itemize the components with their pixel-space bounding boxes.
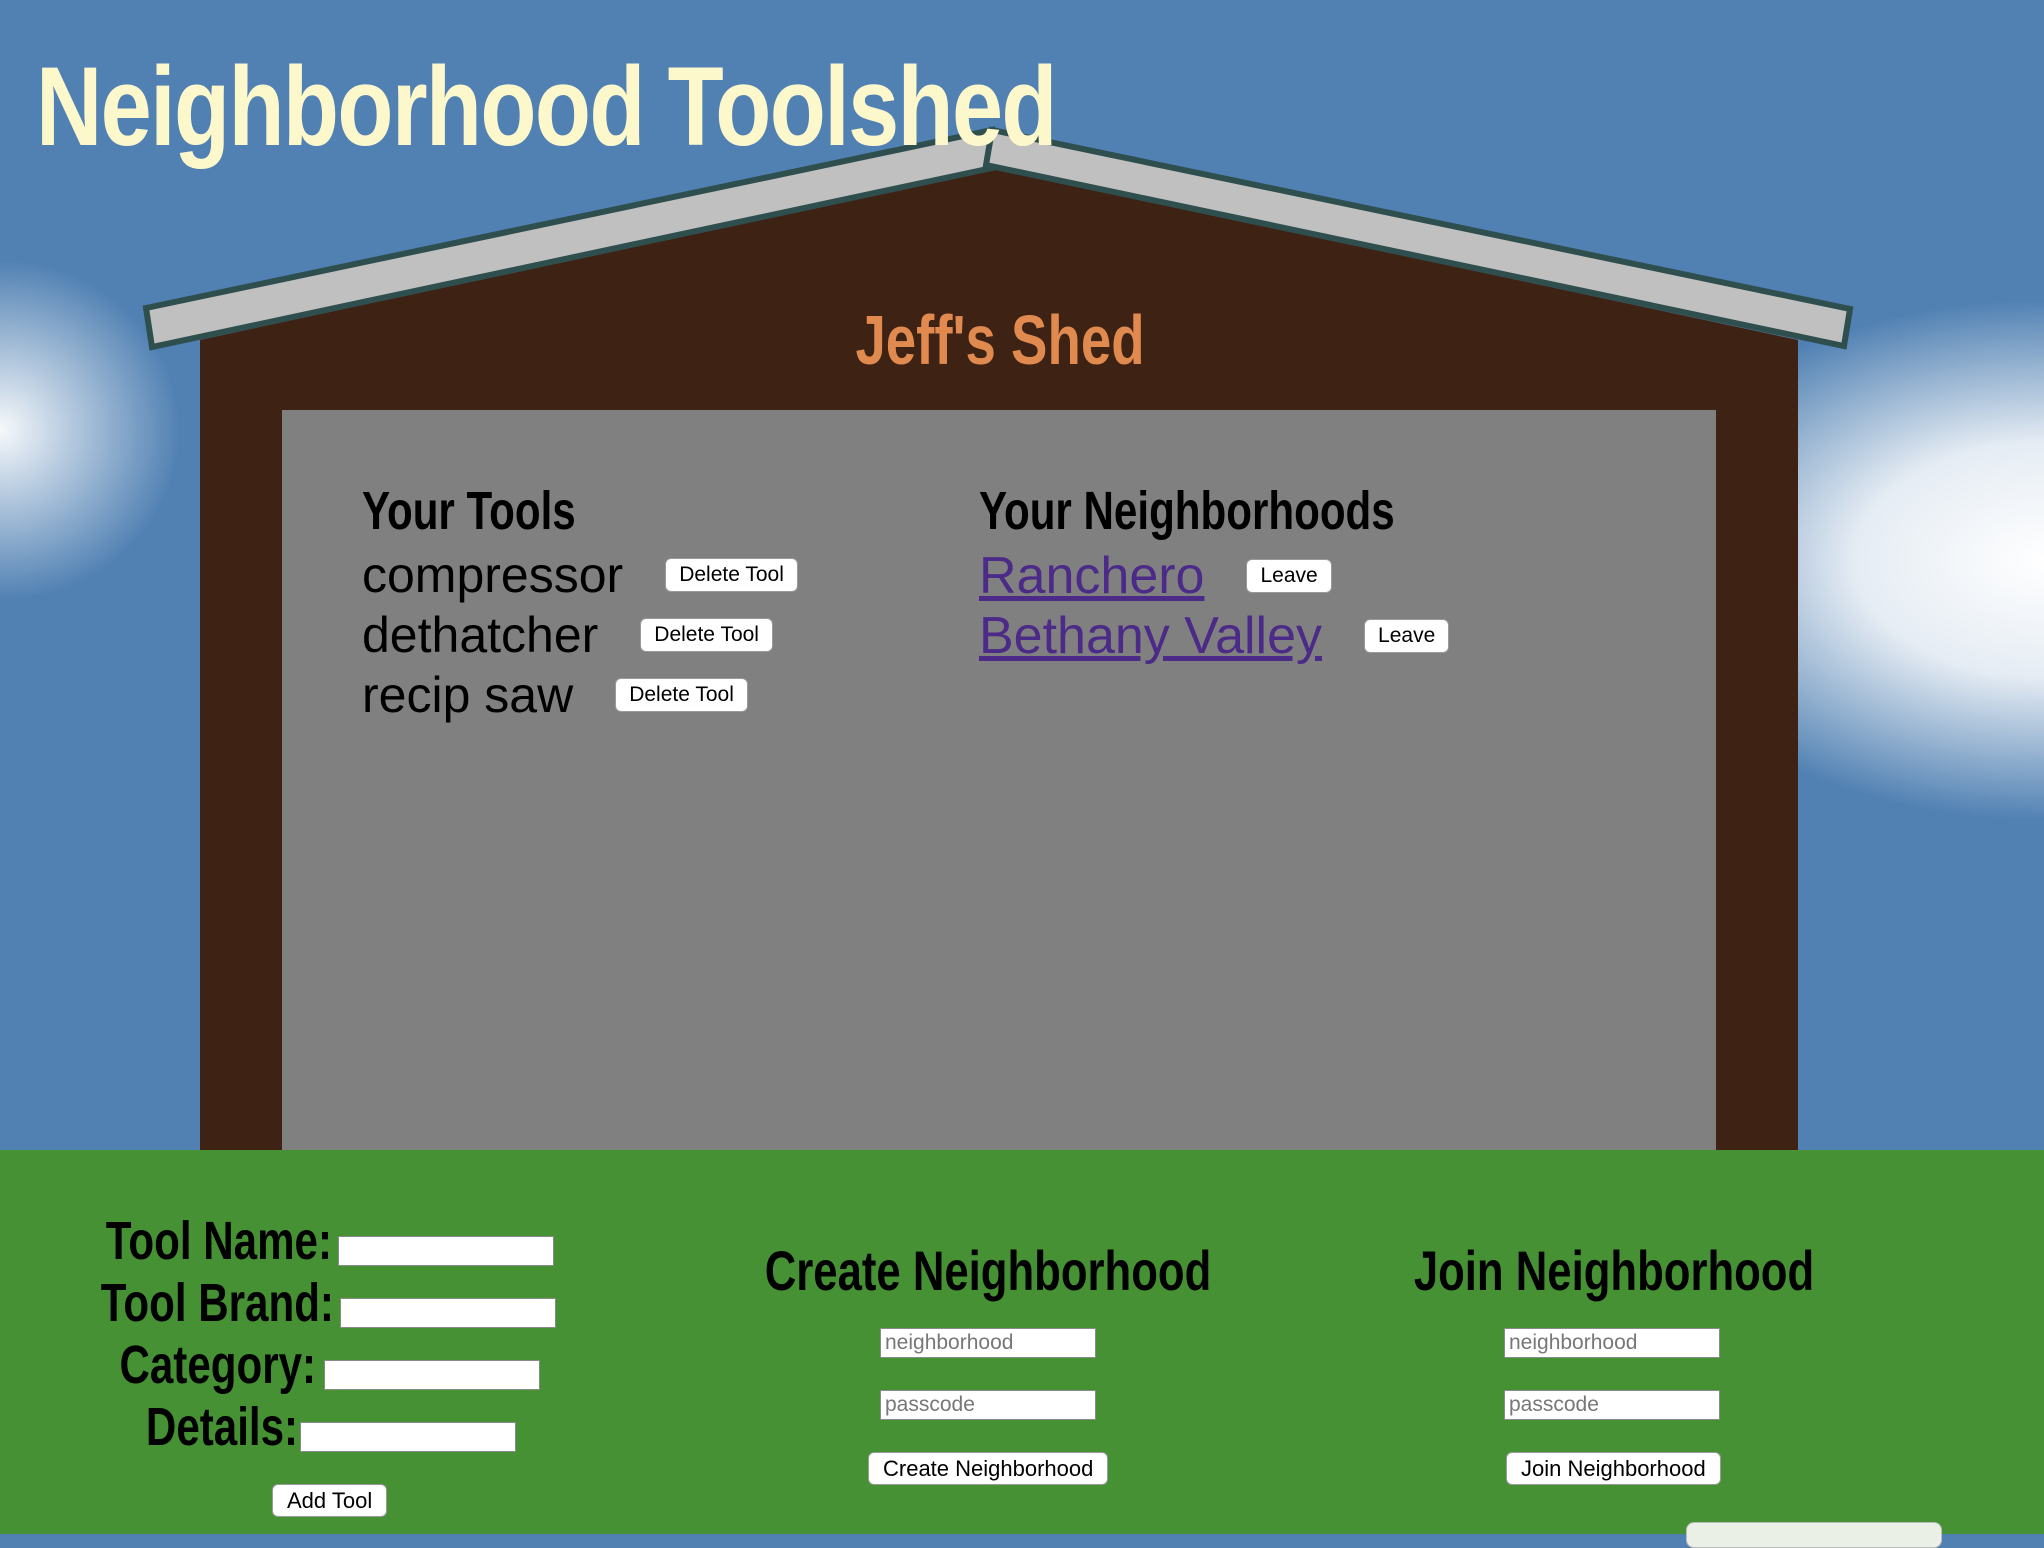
- join-passcode-input[interactable]: [1504, 1390, 1720, 1420]
- your-neighborhoods-heading: Your Neighborhoods: [979, 481, 1395, 541]
- create-neighborhood-button[interactable]: Create Neighborhood: [868, 1452, 1109, 1485]
- tool-name: compressor: [362, 547, 624, 603]
- your-tools-heading: Your Tools: [362, 481, 576, 541]
- neighborhood-link[interactable]: Ranchero: [979, 546, 1204, 606]
- shed-name: Jeff's Shed: [855, 301, 1145, 379]
- delete-tool-button[interactable]: Delete Tool: [665, 558, 798, 592]
- tool-name-label: Tool Name:: [105, 1211, 332, 1271]
- tool-row: compressor Delete Tool: [362, 546, 798, 604]
- join-neighborhood-heading: Join Neighborhood: [1413, 1239, 1815, 1302]
- leave-neighborhood-button[interactable]: Leave: [1364, 619, 1450, 653]
- offscreen-button[interactable]: [1686, 1522, 1942, 1548]
- tool-brand-input[interactable]: [340, 1298, 556, 1328]
- tool-row: dethatcher Delete Tool: [362, 606, 773, 664]
- tool-row: recip saw Delete Tool: [362, 666, 748, 724]
- add-tool-button[interactable]: Add Tool: [272, 1484, 388, 1517]
- join-neighborhood-input[interactable]: [1504, 1328, 1720, 1358]
- leave-neighborhood-button[interactable]: Leave: [1246, 559, 1332, 593]
- site-title: Neighborhood Toolshed: [36, 44, 1058, 169]
- neighborhood-link[interactable]: Bethany Valley: [979, 606, 1322, 666]
- tool-name-input[interactable]: [338, 1236, 554, 1266]
- neighborhood-row: Bethany Valley Leave: [979, 606, 1450, 666]
- neighborhood-row: Ranchero Leave: [979, 546, 1332, 606]
- details-input[interactable]: [300, 1422, 516, 1452]
- category-label: Category:: [119, 1335, 316, 1395]
- create-neighborhood-heading: Create Neighborhood: [764, 1239, 1212, 1302]
- delete-tool-button[interactable]: Delete Tool: [615, 678, 748, 712]
- delete-tool-button[interactable]: Delete Tool: [640, 618, 773, 652]
- create-passcode-input[interactable]: [880, 1390, 1096, 1420]
- tool-name: recip saw: [362, 667, 574, 723]
- join-neighborhood-button[interactable]: Join Neighborhood: [1506, 1452, 1721, 1485]
- create-neighborhood-input[interactable]: [880, 1328, 1096, 1358]
- tool-brand-label: Tool Brand:: [100, 1273, 334, 1333]
- tool-name: dethatcher: [362, 607, 599, 663]
- details-label: Details:: [145, 1397, 298, 1457]
- category-input[interactable]: [324, 1360, 540, 1390]
